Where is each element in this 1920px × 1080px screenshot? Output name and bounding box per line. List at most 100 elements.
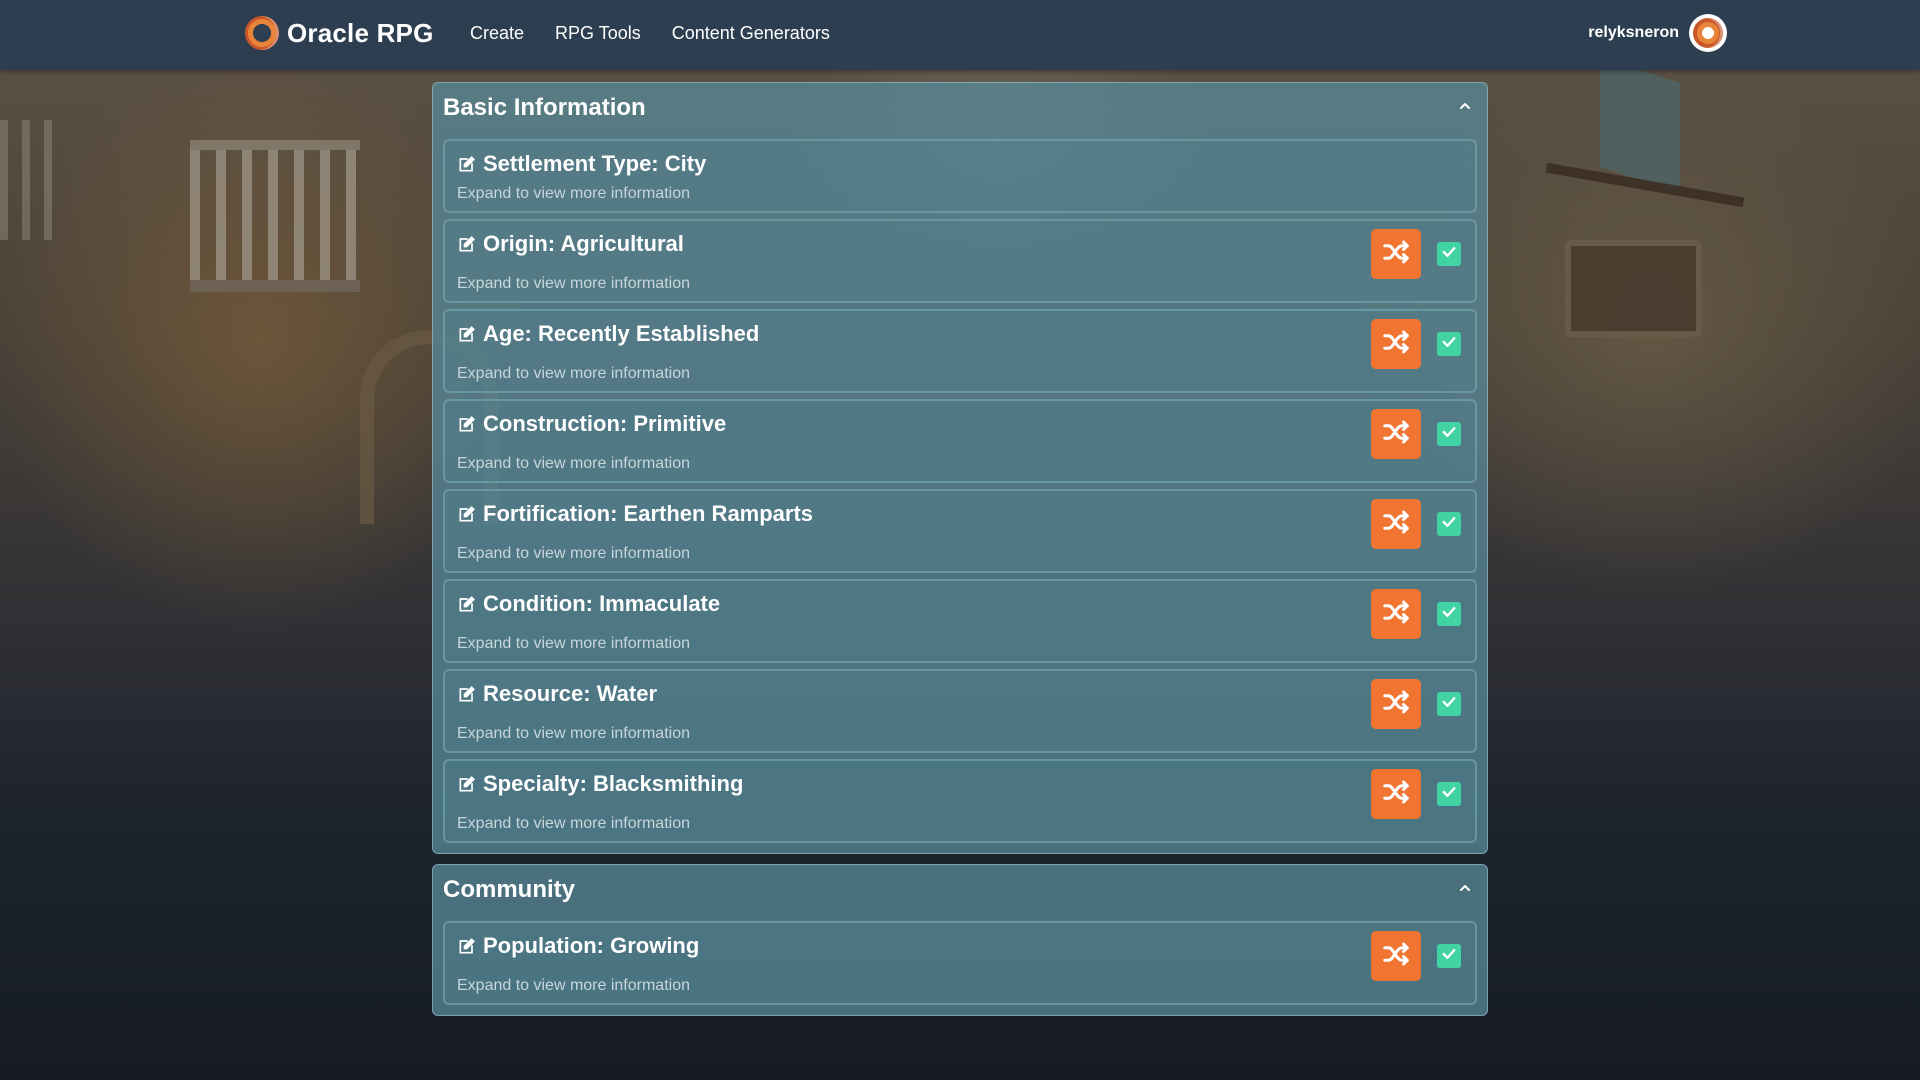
shuffle-icon	[1381, 507, 1411, 542]
shuffle-button[interactable]	[1371, 679, 1421, 729]
section-basic-information: Basic Information Settlement Type: City Ex…	[432, 82, 1488, 854]
item-actions	[1371, 409, 1461, 459]
section-header[interactable]: Basic Information	[443, 83, 1477, 133]
shuffle-icon	[1381, 237, 1411, 272]
nav-link-create[interactable]: Create	[470, 23, 524, 44]
user-menu[interactable]: relyksneron	[1588, 14, 1727, 52]
nav-links: Create RPG Tools Content Generators	[470, 23, 830, 44]
shuffle-button[interactable]	[1371, 319, 1421, 369]
item-subtitle[interactable]: Expand to view more information	[457, 797, 1463, 841]
edit-icon[interactable]	[457, 414, 477, 434]
shuffle-button[interactable]	[1371, 229, 1421, 279]
item-subtitle[interactable]: Expand to view more information	[457, 527, 1463, 571]
edit-icon[interactable]	[457, 774, 477, 794]
chevron-up-icon[interactable]	[1457, 98, 1473, 118]
edit-icon[interactable]	[457, 234, 477, 254]
edit-icon[interactable]	[457, 936, 477, 956]
item-label: Specialty: Blacksmithing	[483, 771, 744, 796]
item-actions	[1371, 499, 1461, 549]
edit-icon[interactable]	[457, 594, 477, 614]
background-balcony-left	[0, 120, 60, 240]
edit-icon[interactable]	[457, 684, 477, 704]
list-item[interactable]: Population: Growing Expand to view more i…	[443, 921, 1477, 1005]
item-actions	[1371, 229, 1461, 279]
item-actions	[1371, 931, 1461, 981]
checkmark-icon	[1440, 333, 1458, 356]
item-subtitle[interactable]: Expand to view more information	[457, 707, 1463, 751]
lock-checkbox[interactable]	[1437, 944, 1461, 968]
item-actions	[1371, 319, 1461, 369]
chevron-up-icon[interactable]	[1457, 880, 1473, 900]
section-title: Community	[443, 876, 575, 903]
list-item[interactable]: Construction: Primitive Expand to view mo…	[443, 399, 1477, 483]
background-swan-sign	[1565, 240, 1702, 337]
background-banner	[1600, 57, 1680, 193]
main-content: Basic Information Settlement Type: City Ex…	[432, 82, 1488, 1072]
list-item[interactable]: Condition: Immaculate Expand to view more…	[443, 579, 1477, 663]
avatar-logo-icon	[1693, 18, 1723, 48]
edit-icon[interactable]	[457, 154, 477, 174]
brand-name: Oracle RPG	[287, 17, 434, 48]
checkmark-icon	[1440, 513, 1458, 536]
item-actions	[1371, 769, 1461, 819]
oracle-logo-icon	[245, 16, 279, 50]
checkmark-icon	[1440, 783, 1458, 806]
avatar[interactable]	[1689, 14, 1727, 52]
checkmark-icon	[1440, 243, 1458, 266]
item-label: Resource: Water	[483, 681, 658, 706]
list-item[interactable]: Origin: Agricultural Expand to view more …	[443, 219, 1477, 303]
item-actions	[1371, 589, 1461, 639]
list-item[interactable]: Age: Recently Established Expand to view …	[443, 309, 1477, 393]
list-item[interactable]: Specialty: Blacksmithing Expand to view m…	[443, 759, 1477, 843]
top-navbar: Oracle RPG Create RPG Tools Content Gene…	[0, 0, 1920, 70]
item-label: Condition: Immaculate	[483, 591, 721, 616]
checkmark-icon	[1440, 423, 1458, 446]
list-item[interactable]: Fortification: Earthen Ramparts Expand to…	[443, 489, 1477, 573]
lock-checkbox[interactable]	[1437, 602, 1461, 626]
lock-checkbox[interactable]	[1437, 512, 1461, 536]
item-subtitle[interactable]: Expand to view more information	[457, 437, 1463, 481]
username[interactable]: relyksneron	[1588, 24, 1679, 42]
item-subtitle[interactable]: Expand to view more information	[457, 257, 1463, 301]
lock-checkbox[interactable]	[1437, 692, 1461, 716]
shuffle-icon	[1381, 687, 1411, 722]
item-label: Population: Growing	[483, 933, 700, 958]
item-label: Age: Recently Established	[483, 321, 760, 346]
shuffle-button[interactable]	[1371, 589, 1421, 639]
shuffle-icon	[1381, 417, 1411, 452]
nav-link-content-generators[interactable]: Content Generators	[672, 23, 830, 44]
checkmark-icon	[1440, 945, 1458, 968]
shuffle-button[interactable]	[1371, 409, 1421, 459]
nav-link-rpg-tools[interactable]: RPG Tools	[555, 23, 641, 44]
shuffle-icon	[1381, 327, 1411, 362]
section-title: Basic Information	[443, 94, 646, 121]
section-header[interactable]: Community	[443, 865, 1477, 915]
section-community: Community Population: Growing Expand to vi…	[432, 864, 1488, 1016]
shuffle-icon	[1381, 777, 1411, 812]
checkmark-icon	[1440, 603, 1458, 626]
shuffle-button[interactable]	[1371, 931, 1421, 981]
lock-checkbox[interactable]	[1437, 782, 1461, 806]
list-item[interactable]: Resource: Water Expand to view more infor…	[443, 669, 1477, 753]
lock-checkbox[interactable]	[1437, 242, 1461, 266]
item-subtitle[interactable]: Expand to view more information	[457, 177, 1463, 211]
shuffle-icon	[1381, 597, 1411, 632]
background-balcony	[190, 140, 360, 292]
item-subtitle[interactable]: Expand to view more information	[457, 347, 1463, 391]
item-subtitle[interactable]: Expand to view more information	[457, 617, 1463, 661]
lock-checkbox[interactable]	[1437, 422, 1461, 446]
item-label: Fortification: Earthen Ramparts	[483, 501, 814, 526]
edit-icon[interactable]	[457, 504, 477, 524]
checkmark-icon	[1440, 693, 1458, 716]
item-label: Settlement Type: City	[483, 151, 707, 176]
shuffle-button[interactable]	[1371, 769, 1421, 819]
item-label: Origin: Agricultural	[483, 231, 684, 256]
shuffle-button[interactable]	[1371, 499, 1421, 549]
brand[interactable]: Oracle RPG	[245, 16, 434, 50]
edit-icon[interactable]	[457, 324, 477, 344]
lock-checkbox[interactable]	[1437, 332, 1461, 356]
item-label: Construction: Primitive	[483, 411, 727, 436]
item-actions	[1371, 679, 1461, 729]
item-subtitle[interactable]: Expand to view more information	[457, 959, 1463, 1003]
list-item[interactable]: Settlement Type: City Expand to view more…	[443, 139, 1477, 213]
